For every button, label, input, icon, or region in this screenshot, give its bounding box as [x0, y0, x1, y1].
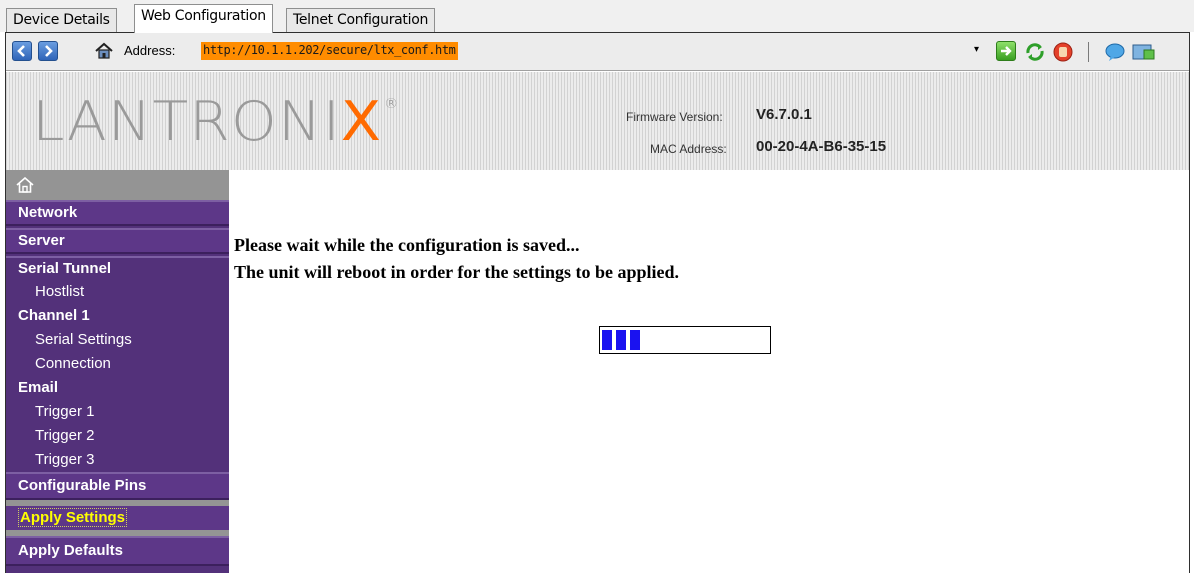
sidebar-item-network[interactable]: Network [6, 200, 229, 226]
firmware-version-value: V6.7.0.1 [756, 106, 812, 123]
sidebar-item-serial-settings[interactable]: Serial Settings [6, 328, 229, 352]
sidebar-item-channel-1: Channel 1 [18, 307, 90, 324]
sidebar-item-server[interactable]: Server [6, 228, 229, 254]
sidebar-item-apply-defaults[interactable]: Apply Defaults [6, 536, 229, 566]
home-icon[interactable] [94, 41, 114, 61]
dropdown-arrow-icon[interactable]: ▾ [974, 44, 979, 55]
status-message-line-1: Please wait while the configuration is s… [234, 235, 580, 255]
address-label: Address: [124, 43, 176, 58]
sidebar-item-connection[interactable]: Connection [6, 352, 229, 376]
sidebar-item-apply-settings[interactable]: Apply Settings [6, 506, 229, 530]
status-message-line-2: The unit will reboot in order for the se… [234, 262, 680, 282]
progress-bar [599, 326, 771, 354]
sidebar-menu: Network Server Serial Tunnel Hostlist Ch… [6, 170, 229, 573]
browser-panel: Address: http://10.1.1.202/secure/ltx_co… [5, 32, 1190, 573]
tab-device-details[interactable]: Device Details [6, 8, 117, 32]
browser-toolbar: Address: http://10.1.1.202/secure/ltx_co… [6, 33, 1189, 71]
sidebar-home[interactable] [6, 170, 229, 200]
stop-icon[interactable] [1052, 41, 1073, 62]
sidebar-item-hostlist[interactable]: Hostlist [6, 280, 229, 304]
address-input[interactable]: http://10.1.1.202/secure/ltx_conf.htm [201, 42, 458, 60]
firmware-version-label: Firmware Version: [626, 110, 723, 124]
toolbar-separator [1088, 42, 1089, 62]
tab-telnet-configuration[interactable]: Telnet Configuration [286, 8, 436, 32]
tab-strip: Device Details Web Configuration Telnet … [0, 0, 1194, 33]
sidebar-item-trigger-3[interactable]: Trigger 3 [6, 448, 229, 472]
window-icon[interactable] [1132, 41, 1155, 61]
lantronix-logo: LANTRONIX ® [32, 90, 400, 153]
sidebar-item-serial-tunnel[interactable]: Serial Tunnel [6, 256, 229, 280]
sidebar-item-trigger-2[interactable]: Trigger 2 [6, 424, 229, 448]
back-arrow-icon[interactable] [12, 41, 32, 61]
mac-address-value: 00-20-4A-B6-35-15 [756, 138, 887, 155]
forward-arrow-icon[interactable] [38, 41, 58, 61]
progress-bar-fill [602, 330, 642, 350]
mac-address-label: MAC Address: [650, 142, 727, 156]
refresh-icon[interactable] [1024, 41, 1044, 61]
home-icon [16, 177, 34, 193]
go-arrow-icon[interactable] [996, 41, 1016, 61]
sidebar-item-configurable-pins[interactable]: Configurable Pins [6, 472, 229, 500]
sidebar-item-email: Email [18, 379, 59, 396]
sidebar-item-trigger-1[interactable]: Trigger 1 [6, 400, 229, 424]
tab-web-configuration[interactable]: Web Configuration [134, 4, 273, 33]
speech-bubble-icon[interactable] [1104, 41, 1125, 61]
page-header: LANTRONIX ® [6, 72, 1189, 170]
